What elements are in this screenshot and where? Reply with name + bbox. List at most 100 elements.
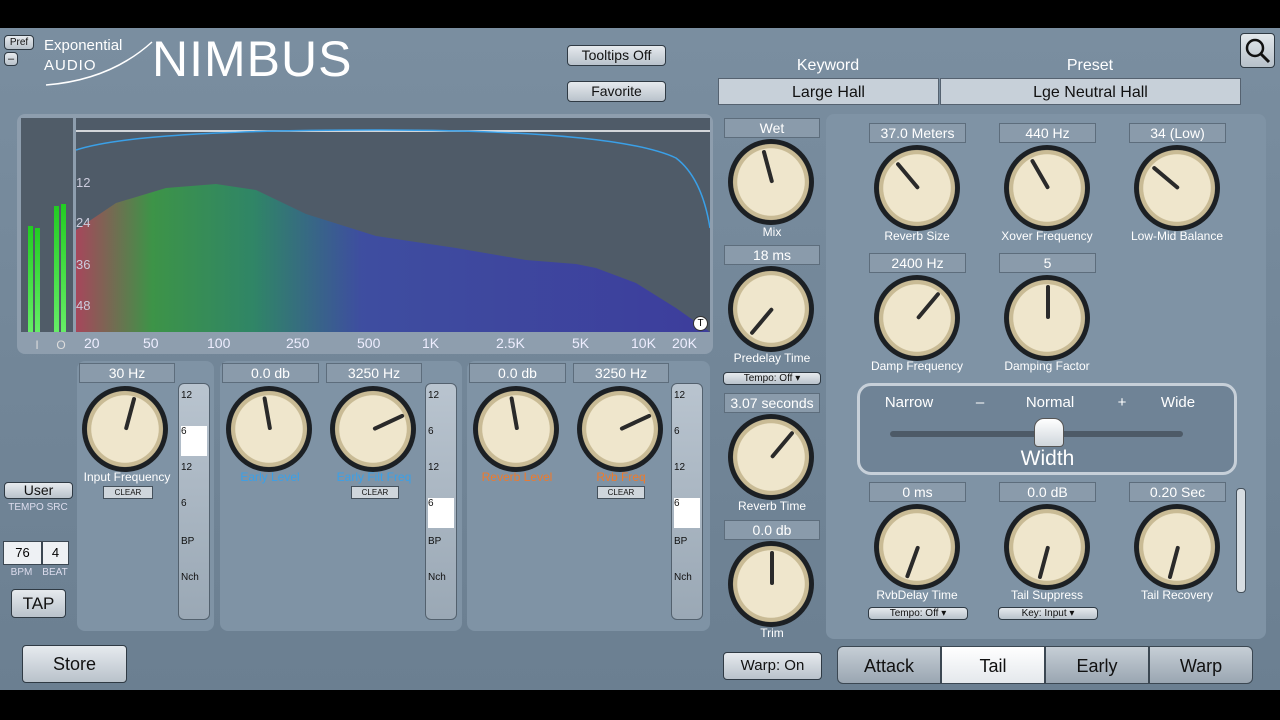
panel-scrollbar[interactable] xyxy=(1236,488,1246,593)
predelay-field[interactable]: 18 ms xyxy=(724,245,820,265)
slope-6-hp[interactable]: 6 xyxy=(181,498,207,528)
pref-button[interactable]: Pref xyxy=(4,35,34,50)
tab-warp[interactable]: Warp xyxy=(1149,646,1253,684)
slope-6-hp[interactable]: 6 xyxy=(674,498,700,528)
width-plus-label: + xyxy=(1117,394,1127,411)
rvbdelay-field[interactable]: 0 ms xyxy=(869,482,966,502)
trim-knob[interactable] xyxy=(728,541,814,627)
favorite-button[interactable]: Favorite xyxy=(567,81,666,102)
slope-6-hp[interactable]: 6 xyxy=(428,498,454,528)
warp-button[interactable]: Warp: On xyxy=(723,652,822,680)
bpm-field[interactable]: 76 xyxy=(3,541,42,565)
tail-suppress-label: Tail Suppress xyxy=(1010,588,1084,602)
rvb-freq-field[interactable]: 3250 Hz xyxy=(573,363,669,383)
early-filt-knob[interactable] xyxy=(330,386,416,472)
reverb-time-label: Reverb Time xyxy=(737,499,807,513)
rvbdelay-knob[interactable] xyxy=(874,504,960,590)
slope-12-hp[interactable]: 12 xyxy=(674,462,700,492)
predelay-tempo-dropdown[interactable]: Tempo: Off ▾ xyxy=(723,372,821,385)
early-level-field[interactable]: 0.0 db xyxy=(222,363,319,383)
tail-recovery-field[interactable]: 0.20 Sec xyxy=(1129,482,1226,502)
lowmid-knob[interactable] xyxy=(1134,145,1220,231)
freq-label: 2.5K xyxy=(496,335,525,351)
slope-bp[interactable]: BP xyxy=(674,536,700,566)
slope-notch[interactable]: Nch xyxy=(428,572,454,602)
tab-attack[interactable]: Attack xyxy=(837,646,941,684)
trim-field[interactable]: 0.0 db xyxy=(724,520,820,540)
predelay-knob[interactable] xyxy=(728,266,814,352)
slope-6[interactable]: 6 xyxy=(428,426,454,456)
reverb-slope-selector[interactable]: 12 6 12 6 BP Nch xyxy=(671,383,703,620)
early-slope-selector[interactable]: 12 6 12 6 BP Nch xyxy=(425,383,457,620)
damp-freq-field[interactable]: 2400 Hz xyxy=(869,253,966,273)
slope-12[interactable]: 12 xyxy=(674,390,700,420)
early-level-label: Early Level xyxy=(240,470,300,484)
input-freq-knob[interactable] xyxy=(82,386,168,472)
preset-label: Preset xyxy=(1066,57,1114,74)
tab-tail[interactable]: Tail xyxy=(941,646,1045,684)
key-dropdown[interactable]: Key: Input ▾ xyxy=(998,607,1098,620)
reverb-size-knob[interactable] xyxy=(874,145,960,231)
input-freq-clear-button[interactable]: CLEAR xyxy=(103,486,153,499)
slope-notch[interactable]: Nch xyxy=(181,572,207,602)
rvb-freq-clear-button[interactable]: CLEAR xyxy=(597,486,645,499)
width-slider-handle[interactable] xyxy=(1034,418,1064,447)
tail-suppress-field[interactable]: 0.0 dB xyxy=(999,482,1096,502)
xover-knob[interactable] xyxy=(1004,145,1090,231)
reverb-time-knob[interactable] xyxy=(728,414,814,500)
damp-factor-knob[interactable] xyxy=(1004,275,1090,361)
slope-12-hp[interactable]: 12 xyxy=(428,462,454,492)
early-filt-field[interactable]: 3250 Hz xyxy=(326,363,422,383)
preset-field[interactable]: Lge Neutral Hall xyxy=(940,78,1241,105)
damp-freq-knob[interactable] xyxy=(874,275,960,361)
logo-swoosh-icon xyxy=(45,41,153,86)
beat-field[interactable]: 4 xyxy=(42,541,69,565)
search-icon xyxy=(1245,38,1271,64)
xover-field[interactable]: 440 Hz xyxy=(999,123,1096,143)
slope-bp[interactable]: BP xyxy=(181,536,207,566)
search-button[interactable] xyxy=(1240,33,1275,68)
early-level-knob[interactable] xyxy=(226,386,312,472)
width-normal-label: Normal xyxy=(1025,394,1075,411)
lowmid-field[interactable]: 34 (Low) xyxy=(1129,123,1226,143)
tooltips-button[interactable]: Tooltips Off xyxy=(567,45,666,66)
db-label: 48 xyxy=(76,298,91,313)
store-button[interactable]: Store xyxy=(22,645,127,683)
tab-early[interactable]: Early xyxy=(1045,646,1149,684)
xover-label: Xover Frequency xyxy=(1001,229,1093,243)
reverb-size-field[interactable]: 37.0 Meters xyxy=(869,123,966,143)
mix-knob[interactable] xyxy=(728,139,814,225)
tail-recovery-knob[interactable] xyxy=(1134,504,1220,590)
freq-label: 500 xyxy=(357,335,381,351)
slope-12-hp[interactable]: 12 xyxy=(181,462,207,492)
early-filt-clear-button[interactable]: CLEAR xyxy=(351,486,399,499)
input-slope-selector[interactable]: 12 6 12 6 BP Nch xyxy=(178,383,210,620)
collapse-button[interactable]: – xyxy=(4,52,18,66)
slope-6[interactable]: 6 xyxy=(181,426,207,456)
width-title: Width xyxy=(1020,447,1075,470)
tail-suppress-knob[interactable] xyxy=(1004,504,1090,590)
reverb-time-field[interactable]: 3.07 seconds xyxy=(724,393,820,413)
tempo-user-button[interactable]: User xyxy=(4,482,73,499)
slope-12[interactable]: 12 xyxy=(428,390,454,420)
slope-bp[interactable]: BP xyxy=(428,536,454,566)
slope-notch[interactable]: Nch xyxy=(674,572,700,602)
input-freq-field[interactable]: 30 Hz xyxy=(79,363,175,383)
input-meter xyxy=(28,226,33,332)
slope-6[interactable]: 6 xyxy=(674,426,700,456)
damp-factor-field[interactable]: 5 xyxy=(999,253,1096,273)
slope-12[interactable]: 12 xyxy=(181,390,207,420)
reverb-size-label: Reverb Size xyxy=(884,229,950,243)
tap-button[interactable]: TAP xyxy=(11,589,66,618)
rvb-freq-knob[interactable] xyxy=(577,386,663,472)
app-title: NIMBUS xyxy=(152,31,353,87)
rvbdelay-tempo-dropdown[interactable]: Tempo: Off ▾ xyxy=(868,607,968,620)
output-meter-2 xyxy=(61,204,66,332)
keyword-field[interactable]: Large Hall xyxy=(718,78,939,105)
t-button[interactable]: T xyxy=(693,316,708,331)
damp-factor-label: Damping Factor xyxy=(1004,359,1090,373)
keyword-label: Keyword xyxy=(796,57,860,74)
reverb-level-field[interactable]: 0.0 db xyxy=(469,363,566,383)
damp-freq-label: Damp Frequency xyxy=(870,359,964,373)
reverb-level-knob[interactable] xyxy=(473,386,559,472)
